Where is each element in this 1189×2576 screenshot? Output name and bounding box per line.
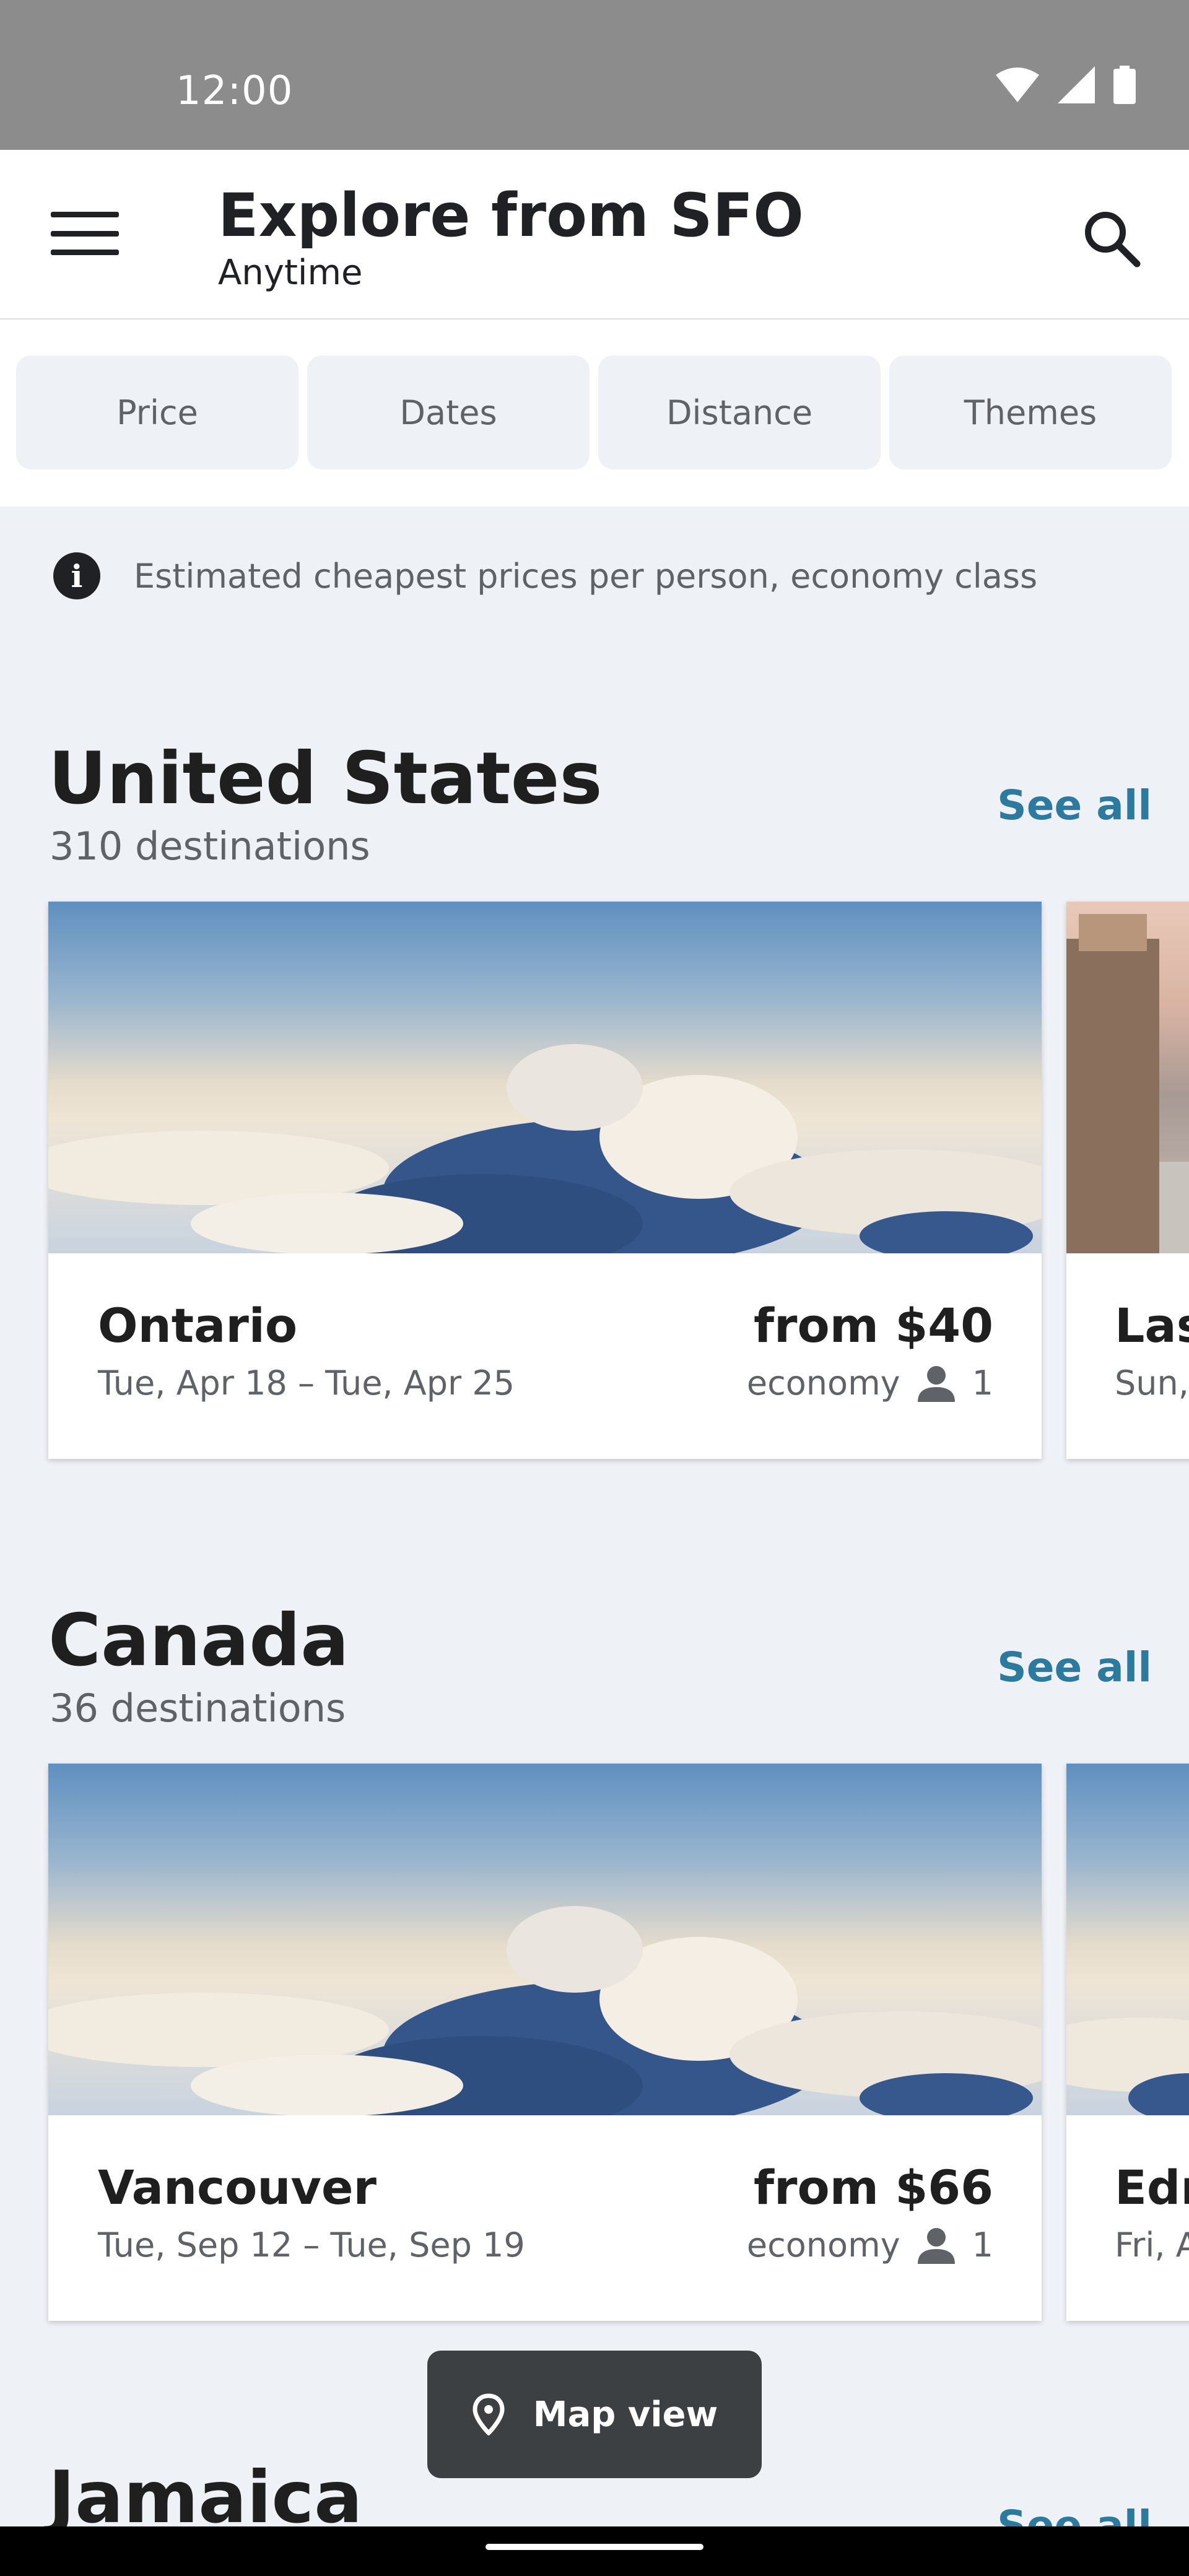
destination-card-vancouver[interactable]: Vancouver Tue, Sep 12 – Tue, Sep 19 from… [48, 1764, 1042, 2321]
destination-meta: economy 1 [747, 1364, 993, 1403]
section-count-united-states: 310 destinations [50, 824, 370, 869]
status-time: 12:00 [176, 68, 294, 114]
menu-button[interactable] [51, 206, 119, 261]
map-view-label: Map view [533, 2394, 718, 2435]
destination-dates: Tue, Apr 18 – Tue, Apr 25 [98, 1364, 515, 1403]
chip-price[interactable]: Price [16, 355, 298, 469]
page-subtitle[interactable]: Anytime [218, 253, 362, 293]
person-icon [917, 2227, 955, 2264]
cabin-class: economy [746, 2226, 900, 2265]
section-title-canada: Canada [48, 1599, 349, 1682]
destination-city: Vancouver [98, 2160, 377, 2215]
cabin-class: economy [746, 1364, 900, 1403]
destination-image [48, 1764, 1042, 2115]
filter-chips: Price Dates Distance Themes [0, 320, 1189, 507]
location-pin-icon [473, 2393, 505, 2435]
destination-card-peek[interactable]: Edr Fri, A [1066, 1764, 1189, 2321]
destination-meta: economy 1 [747, 2226, 993, 2265]
destination-image [1066, 902, 1189, 1253]
destination-image [1066, 1764, 1189, 2115]
destination-price: from $66 [753, 2160, 993, 2215]
clouds-image [48, 1044, 1042, 1253]
info-text: Estimated cheapest prices per person, ec… [134, 556, 1038, 596]
see-all-united-states[interactable]: See all [997, 781, 1152, 829]
battery-icon [1113, 66, 1136, 104]
page-title: Explore from SFO [218, 181, 804, 250]
section-title-united-states: United States [48, 737, 603, 820]
chip-distance[interactable]: Distance [598, 355, 881, 469]
destination-city: Ontario [98, 1298, 298, 1353]
status-icons [996, 66, 1136, 104]
menu-icon [51, 212, 119, 217]
price-info: i Estimated cheapest prices per person, … [53, 552, 1037, 599]
app-bar: Explore from SFO Anytime [0, 150, 1189, 321]
destination-price: from $40 [753, 1298, 993, 1353]
home-gesture-handle[interactable] [486, 2544, 703, 2550]
passenger-count: 1 [972, 1364, 993, 1403]
person-icon [917, 1365, 955, 1402]
clouds-image [1066, 2017, 1189, 2115]
destination-dates: Sun, [1115, 1364, 1189, 1403]
destination-card-peek[interactable]: Las Sun, [1066, 902, 1189, 1459]
destination-card-ontario[interactable]: Ontario Tue, Apr 18 – Tue, Apr 25 from $… [48, 902, 1042, 1459]
cell-signal-icon [1058, 66, 1095, 103]
section-count-canada: 36 destinations [50, 1686, 346, 1731]
destination-image [48, 902, 1042, 1253]
chip-themes[interactable]: Themes [889, 355, 1172, 469]
see-all-canada[interactable]: See all [997, 1643, 1152, 1691]
passenger-count: 1 [972, 2226, 993, 2265]
wifi-icon [996, 67, 1039, 102]
destination-city: Edr [1115, 2160, 1189, 2215]
system-nav-bar [0, 2526, 1189, 2576]
status-bar: 12:00 [0, 0, 1189, 150]
destination-dates: Tue, Sep 12 – Tue, Sep 19 [98, 2226, 525, 2265]
info-icon: i [53, 552, 100, 599]
clouds-image [48, 1906, 1042, 2115]
hotel-image [1066, 914, 1189, 1253]
destination-city: Las [1115, 1298, 1189, 1353]
map-view-button[interactable]: Map view [427, 2351, 762, 2478]
search-icon[interactable] [1078, 204, 1146, 272]
destination-dates: Fri, A [1115, 2226, 1189, 2265]
chip-dates[interactable]: Dates [307, 355, 590, 469]
